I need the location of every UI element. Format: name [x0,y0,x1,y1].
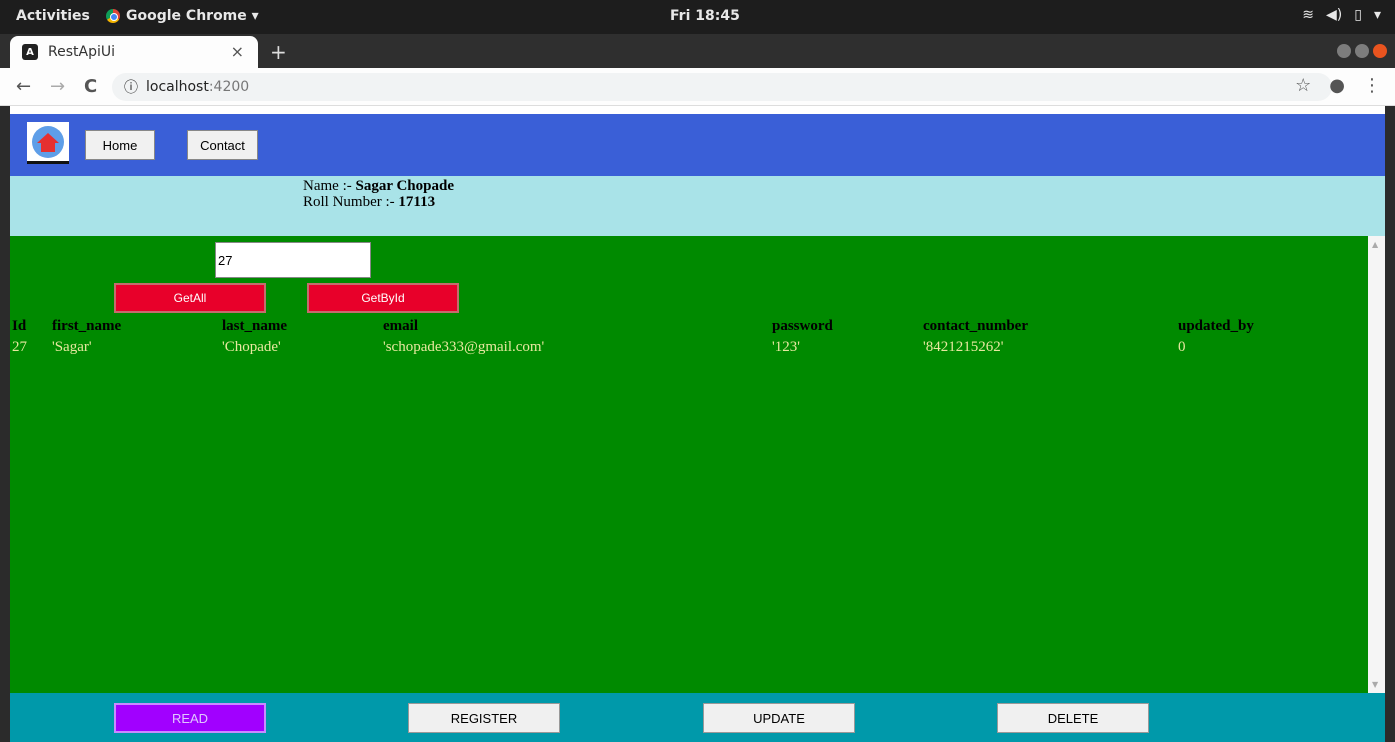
page-viewport: Home Contact Name :- Sagar Chopade Roll … [10,106,1385,742]
read-button[interactable]: READ [114,703,266,733]
tab-title: RestApiUi [48,44,115,60]
contact-nav-button[interactable]: Contact [187,130,258,160]
bookmark-star-icon[interactable]: ☆ [1295,75,1311,96]
clock[interactable]: Fri 18:45 [670,8,740,24]
home-nav-button[interactable]: Home [85,130,155,160]
name-line: Name :- Sagar Chopade [303,178,454,195]
home-logo[interactable] [27,122,69,164]
col-last-name-header: last_name [222,317,287,334]
roll-line: Roll Number :- 17113 [303,194,435,211]
site-navbar: Home Contact [10,114,1385,176]
angular-favicon-icon: A [22,44,38,60]
cell-updated-by: 0 [1178,338,1186,355]
battery-icon: ▯ [1354,7,1362,23]
maximize-button[interactable] [1355,44,1369,58]
window-controls [1337,44,1387,58]
new-tab-button[interactable]: + [270,40,287,64]
reload-button[interactable]: C [84,76,97,97]
scroll-up-icon[interactable]: ▲ [1372,240,1378,249]
wifi-icon: ≋ [1302,7,1315,23]
col-id-header: Id [12,317,27,334]
col-email-header: email [383,317,418,334]
crud-footer: READ REGISTER UPDATE DELETE [10,693,1385,742]
scroll-down-icon[interactable]: ▼ [1372,680,1378,689]
vertical-scrollbar[interactable]: ▲ ▼ [1368,236,1385,693]
name-value: Sagar Chopade [355,178,454,194]
table-row: 27 'Sagar' 'Chopade' 'schopade333@gmail.… [10,336,1328,358]
roll-label: Roll Number :- [303,194,399,210]
roll-value: 17113 [398,194,436,210]
app-menu[interactable]: Google Chrome ▾ [106,8,259,24]
cell-email: 'schopade333@gmail.com' [383,338,545,355]
name-label: Name :- [303,178,356,194]
update-button[interactable]: UPDATE [703,703,855,733]
activities-button[interactable]: Activities [16,8,90,24]
tab-close-icon[interactable]: × [231,42,244,61]
address-bar[interactable]: ⓘ localhost:4200 [112,73,1332,101]
url-port: :4200 [208,79,250,95]
home-icon [32,125,64,158]
app-menu-label: Google Chrome ▾ [126,8,259,24]
delete-button[interactable]: DELETE [997,703,1149,733]
col-first-name-header: first_name [52,317,122,334]
account-icon[interactable]: ● [1329,75,1345,96]
getbyid-button[interactable]: GetById [307,283,459,313]
site-info-icon[interactable]: ⓘ [124,77,138,97]
minimize-button[interactable] [1337,44,1351,58]
student-info-band: Name :- Sagar Chopade Roll Number :- 171… [10,176,1385,236]
system-tray[interactable]: ≋ ◀) ▯ ▾ [1302,7,1381,23]
tab-strip: A RestApiUi × + [0,34,1395,68]
col-password-header: password [772,317,833,334]
cell-password: '123' [772,338,800,355]
tab-restapiui[interactable]: A RestApiUi × [10,36,258,68]
tray-menu-icon: ▾ [1373,7,1381,23]
content-area: GetAll GetById Id first_name last_name e… [10,236,1368,693]
col-contact-number-header: contact_number [923,317,1028,334]
toolbar-actions: ☆ ● ⋮ [1295,75,1381,96]
register-button[interactable]: REGISTER [408,703,560,733]
menu-icon[interactable]: ⋮ [1363,75,1381,96]
users-table: Id first_name last_name email password c… [10,316,1328,358]
table-header-row: Id first_name last_name email password c… [10,316,1328,336]
cell-contact-number: '8421215262' [923,338,1004,355]
col-updated-by-header: updated_by [1178,317,1254,334]
cell-id: 27 [12,338,27,355]
browser-toolbar: ← → C ⓘ localhost:4200 ☆ ● ⋮ [0,68,1395,106]
back-button[interactable]: ← [16,76,31,97]
close-window-button[interactable] [1373,44,1387,58]
volume-icon: ◀) [1326,7,1343,23]
os-top-bar: Activities Google Chrome ▾ Fri 18:45 ≋ ◀… [0,0,1395,34]
forward-button[interactable]: → [50,76,65,97]
id-input[interactable] [215,242,371,278]
cell-first-name: 'Sagar' [52,338,92,355]
url-host: localhost [146,79,209,95]
cell-last-name: 'Chopade' [222,338,281,355]
getall-button[interactable]: GetAll [114,283,266,313]
chrome-icon [106,9,120,23]
